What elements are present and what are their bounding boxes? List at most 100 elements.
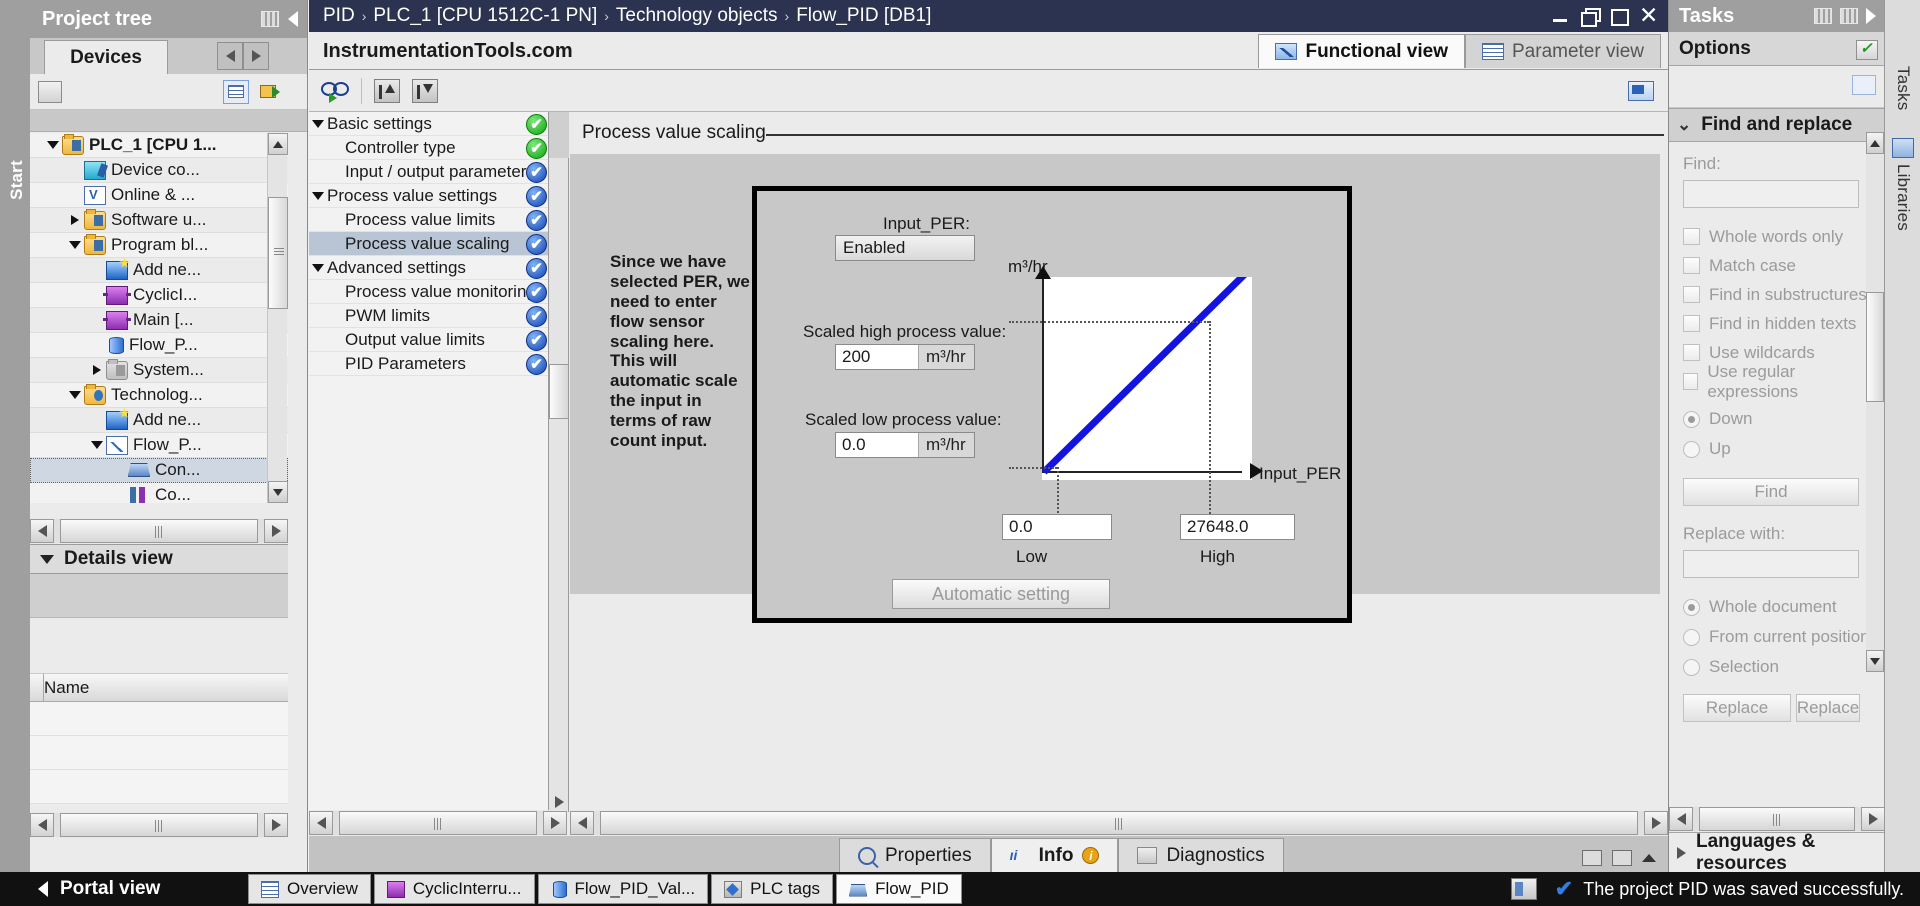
details-horizontal-scrollbar[interactable] (30, 812, 288, 838)
tasks-scroll-up-button[interactable] (1866, 132, 1884, 154)
navigation-horizontal-scrollbar[interactable] (309, 810, 567, 836)
tree-item-add-ne[interactable]: Add ne... (30, 257, 288, 283)
tree-item-program-bl[interactable]: Program bl... (30, 233, 288, 258)
taskbar-button-flow-pid[interactable]: Flow_PID (836, 874, 962, 904)
export-table-button[interactable] (255, 80, 281, 104)
collapse-right-icon[interactable] (1866, 8, 1876, 24)
scaled-high-field[interactable]: 200 m³/hr (835, 344, 975, 370)
tasks-vertical-scrollbar[interactable] (1866, 132, 1884, 672)
portal-view-button[interactable]: Portal view (0, 878, 248, 900)
expander-down-icon[interactable] (309, 119, 327, 128)
tab-properties[interactable]: Properties (839, 838, 991, 872)
right-rail-libraries[interactable]: Libraries (1885, 138, 1920, 231)
columns-icon[interactable] (261, 11, 279, 27)
tasks-hscroll-left-button[interactable] (1669, 807, 1693, 831)
content-horizontal-scrollbar[interactable] (570, 810, 1668, 836)
show-all-columns-button[interactable] (223, 79, 249, 104)
tree-item-technolog[interactable]: Technolog... (30, 383, 288, 408)
radio-whole-document[interactable]: Whole document (1683, 592, 1870, 622)
checkbox-find-in-substructures[interactable]: Find in substructures (1683, 280, 1870, 309)
nav-hscroll-right-button[interactable] (543, 811, 567, 835)
right-rail-tasks[interactable]: Tasks (1856, 39, 1920, 110)
tree-item-con[interactable]: Con... (30, 458, 288, 483)
tree-item-software-u[interactable]: Software u... (30, 208, 288, 233)
nav-item-process-value-settings[interactable]: Process value settings (309, 184, 548, 208)
close-icon[interactable]: ✕ (1639, 4, 1658, 27)
expander-right-icon[interactable] (88, 365, 106, 375)
tree-item-flow-p[interactable]: Flow_P... (30, 333, 288, 358)
nav-item-controller-type[interactable]: Controller type (309, 136, 548, 160)
content-hscroll-right-button[interactable] (1644, 811, 1668, 835)
scrollbar-thumb[interactable] (268, 197, 288, 309)
columns-icon[interactable] (1814, 8, 1832, 24)
find-input[interactable] (1683, 180, 1859, 208)
left-rail-start-label[interactable]: Start (7, 150, 27, 210)
maximize-icon[interactable] (1610, 8, 1629, 26)
nav-item-basic-settings[interactable]: Basic settings (309, 112, 548, 136)
automatic-setting-button[interactable]: Automatic setting (892, 579, 1110, 609)
details-hscroll-left-button[interactable] (30, 813, 54, 837)
expander-down-icon[interactable] (44, 141, 62, 149)
breadcrumb-item-2[interactable]: Technology objects (616, 5, 778, 27)
find-button[interactable]: Find (1683, 478, 1859, 506)
tree-item-cyclici[interactable]: CyclicI... (30, 283, 288, 308)
list-view-icon[interactable] (1612, 850, 1632, 866)
low-raw-field[interactable]: 0.0 (1002, 514, 1112, 540)
tab-scroll-left-button[interactable] (217, 42, 243, 70)
nav-item-advanced-settings[interactable]: Advanced settings (309, 256, 548, 280)
nav-item-output-value-limits[interactable]: Output value limits (309, 328, 548, 352)
nav-hscroll-left-button[interactable] (309, 811, 333, 835)
checkbox-whole-words[interactable]: Whole words only (1683, 222, 1870, 251)
tasks-hscrollbar-thumb[interactable] (1699, 807, 1855, 831)
taskbar-button-plc-tags[interactable]: PLC tags (711, 874, 834, 904)
tasks-horizontal-scrollbar[interactable] (1669, 806, 1885, 832)
languages-and-resources-header[interactable]: Languages & resources (1669, 831, 1885, 874)
navigation-vertical-scrollbar[interactable] (549, 112, 569, 812)
collapse-left-icon[interactable] (288, 11, 298, 27)
details-row[interactable] (30, 702, 288, 736)
tree-item-co[interactable]: Co... (30, 483, 288, 503)
project-tree-horizontal-scrollbar[interactable] (30, 518, 288, 544)
expander-down-icon[interactable] (66, 391, 84, 399)
scroll-up-button[interactable] (268, 133, 288, 155)
tree-item-add-ne[interactable]: Add ne... (30, 407, 288, 433)
checkbox-find-in-hidden-texts[interactable]: Find in hidden texts (1683, 309, 1870, 338)
breadcrumb-item-3[interactable]: Flow_PID [DB1] (796, 5, 931, 27)
find-and-replace-header[interactable]: ⌄ Find and replace (1669, 108, 1884, 142)
tree-item-plc-1-cpu-1[interactable]: PLC_1 [CPU 1... (30, 133, 288, 158)
options-tool-icon[interactable] (1852, 75, 1876, 95)
tab-functional-view[interactable]: Functional view (1258, 34, 1465, 68)
details-name-column-header[interactable]: Name (30, 674, 288, 702)
nav-item-process-value-monitoring[interactable]: Process value monitoring (309, 280, 548, 304)
checkbox-use-regular-expressions[interactable]: Use regular expressions (1683, 362, 1870, 401)
nav-item-pid-parameters[interactable]: PID Parameters (309, 352, 548, 376)
hscrollbar-thumb[interactable] (60, 519, 258, 543)
tab-diagnostics[interactable]: Diagnostics (1118, 838, 1284, 872)
pin-icon[interactable] (1840, 8, 1858, 24)
tree-item-flow-p[interactable]: Flow_P... (30, 433, 288, 458)
nav-item-process-value-scaling[interactable]: Process value scaling (309, 232, 548, 256)
nav-hscrollbar-thumb[interactable] (339, 811, 537, 835)
input-per-combo[interactable]: Enabled (835, 235, 975, 261)
tree-item-device-co[interactable]: Device co... (30, 158, 288, 183)
navigation-scroll-down-button[interactable] (549, 790, 569, 812)
tab-parameter-view[interactable]: Parameter view (1465, 34, 1661, 68)
restore-icon[interactable] (1581, 8, 1601, 27)
tasks-scrollbar-thumb[interactable] (1866, 292, 1884, 402)
nav-item-pwm-limits[interactable]: PWM limits (309, 304, 548, 328)
tasks-hscroll-right-button[interactable] (1861, 807, 1885, 831)
radio-down[interactable]: Down (1683, 404, 1870, 434)
hscroll-left-button[interactable] (30, 519, 54, 543)
tab-info[interactable]: ıi Info i (990, 838, 1119, 872)
radio-from-current-position[interactable]: From current position (1683, 622, 1870, 652)
breadcrumb-item-1[interactable]: PLC_1 [CPU 1512C-1 PN] (373, 5, 597, 27)
hscroll-right-button[interactable] (264, 519, 288, 543)
tree-item-system[interactable]: System... (30, 358, 288, 383)
tree-collapse-all-icon[interactable] (38, 80, 62, 103)
content-hscroll-left-button[interactable] (570, 811, 594, 835)
radio-up[interactable]: Up (1683, 434, 1870, 464)
expander-down-icon[interactable] (88, 441, 106, 449)
monitor-glasses-icon[interactable] (321, 81, 349, 103)
details-row[interactable] (30, 736, 288, 770)
replace-all-button[interactable]: Replace (1796, 694, 1860, 722)
